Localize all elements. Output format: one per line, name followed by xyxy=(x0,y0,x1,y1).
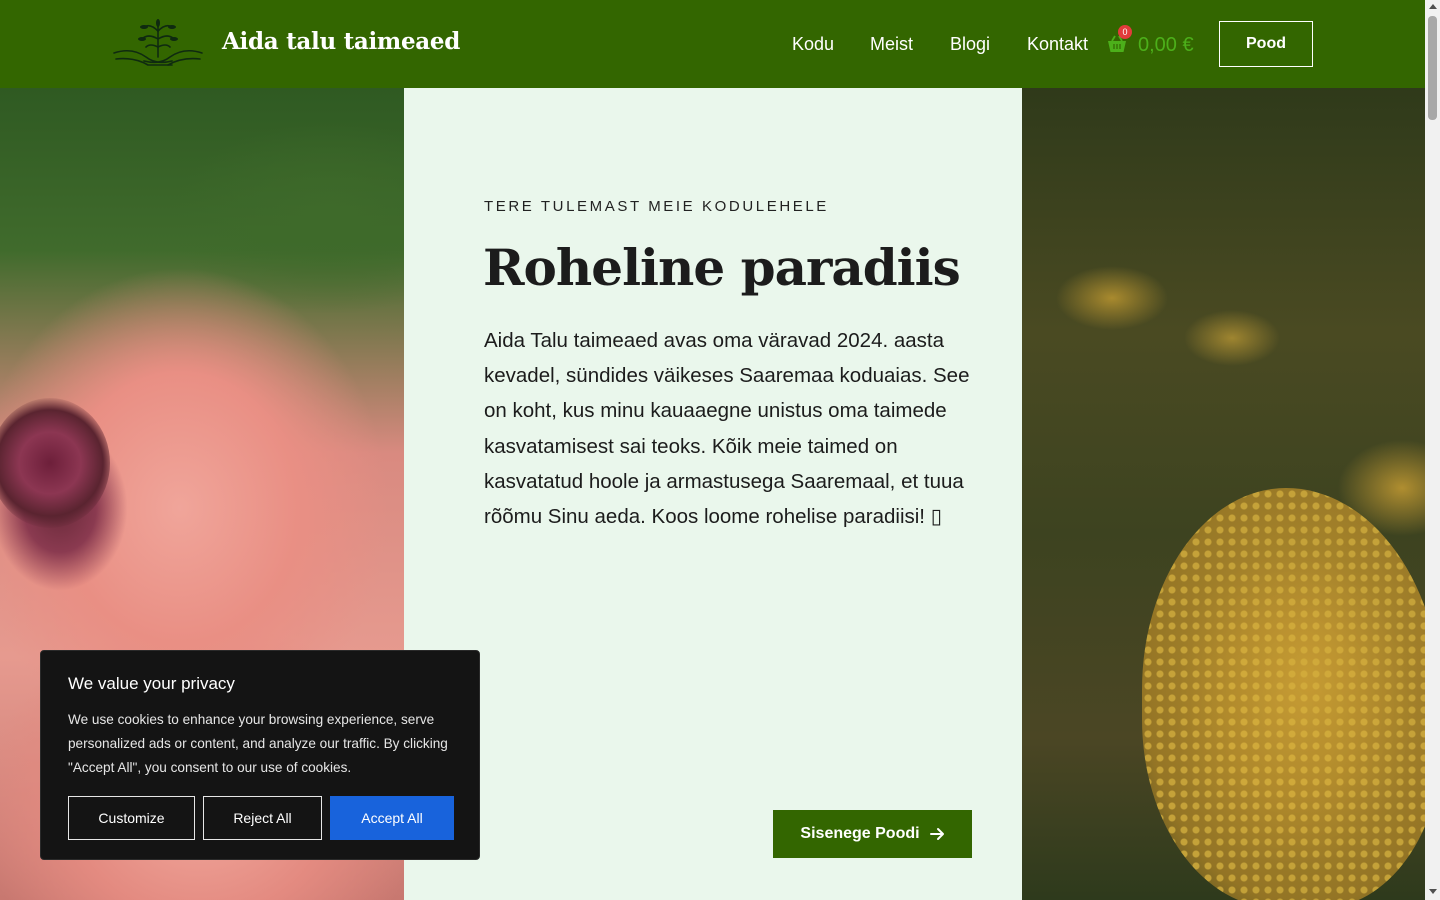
cookie-reject-all-button[interactable]: Reject All xyxy=(203,796,322,840)
poppy-center xyxy=(0,398,110,528)
cookie-consent-banner: We value your privacy We use cookies to … xyxy=(40,650,480,860)
cookie-title: We value your privacy xyxy=(68,674,235,693)
nav-link-meist[interactable]: Meist xyxy=(870,34,913,55)
hero-title: Roheline paradiis xyxy=(483,238,961,297)
hero-eyebrow: TERE TULEMAST MEIE KODULEHELE xyxy=(484,198,829,215)
cookie-text: We use cookies to enhance your browsing … xyxy=(68,712,448,775)
cart-link[interactable]: 0 0,00 € xyxy=(1106,25,1206,65)
site-logo[interactable] xyxy=(112,17,204,69)
nav-link-blogi[interactable]: Blogi xyxy=(950,34,990,55)
site-title[interactable]: Aida talu taimeaed xyxy=(222,28,460,55)
yarrow-flower xyxy=(1142,488,1425,900)
nav-link-kodu[interactable]: Kodu xyxy=(792,34,834,55)
scroll-down-arrow-icon[interactable] xyxy=(1429,889,1437,894)
hero-description: Aida Talu taimeaed avas oma väravad 2024… xyxy=(484,329,970,529)
enter-shop-label: Sisenege Poodi xyxy=(800,825,920,842)
nav-link-kontakt[interactable]: Kontakt xyxy=(1027,34,1088,55)
cookie-accept-all-button[interactable]: Accept All xyxy=(330,796,454,840)
shop-button[interactable]: Pood xyxy=(1219,21,1313,67)
cookie-customize-button[interactable]: Customize xyxy=(68,796,195,840)
enter-shop-button[interactable]: Sisenege Poodi xyxy=(773,810,972,858)
site-header: Aida talu taimeaed Kodu Meist Blogi Kont… xyxy=(0,0,1425,88)
page-scrollbar[interactable] xyxy=(1425,0,1440,900)
scrollbar-thumb[interactable] xyxy=(1428,16,1437,120)
cart-count-badge: 0 xyxy=(1118,25,1132,39)
hero-image-yarrow xyxy=(1022,88,1425,900)
scroll-up-arrow-icon[interactable] xyxy=(1429,4,1437,9)
arrow-right-icon xyxy=(929,828,944,840)
cart-total: 0,00 € xyxy=(1138,34,1194,56)
hero-panel: TERE TULEMAST MEIE KODULEHELE Roheline p… xyxy=(404,88,1022,900)
